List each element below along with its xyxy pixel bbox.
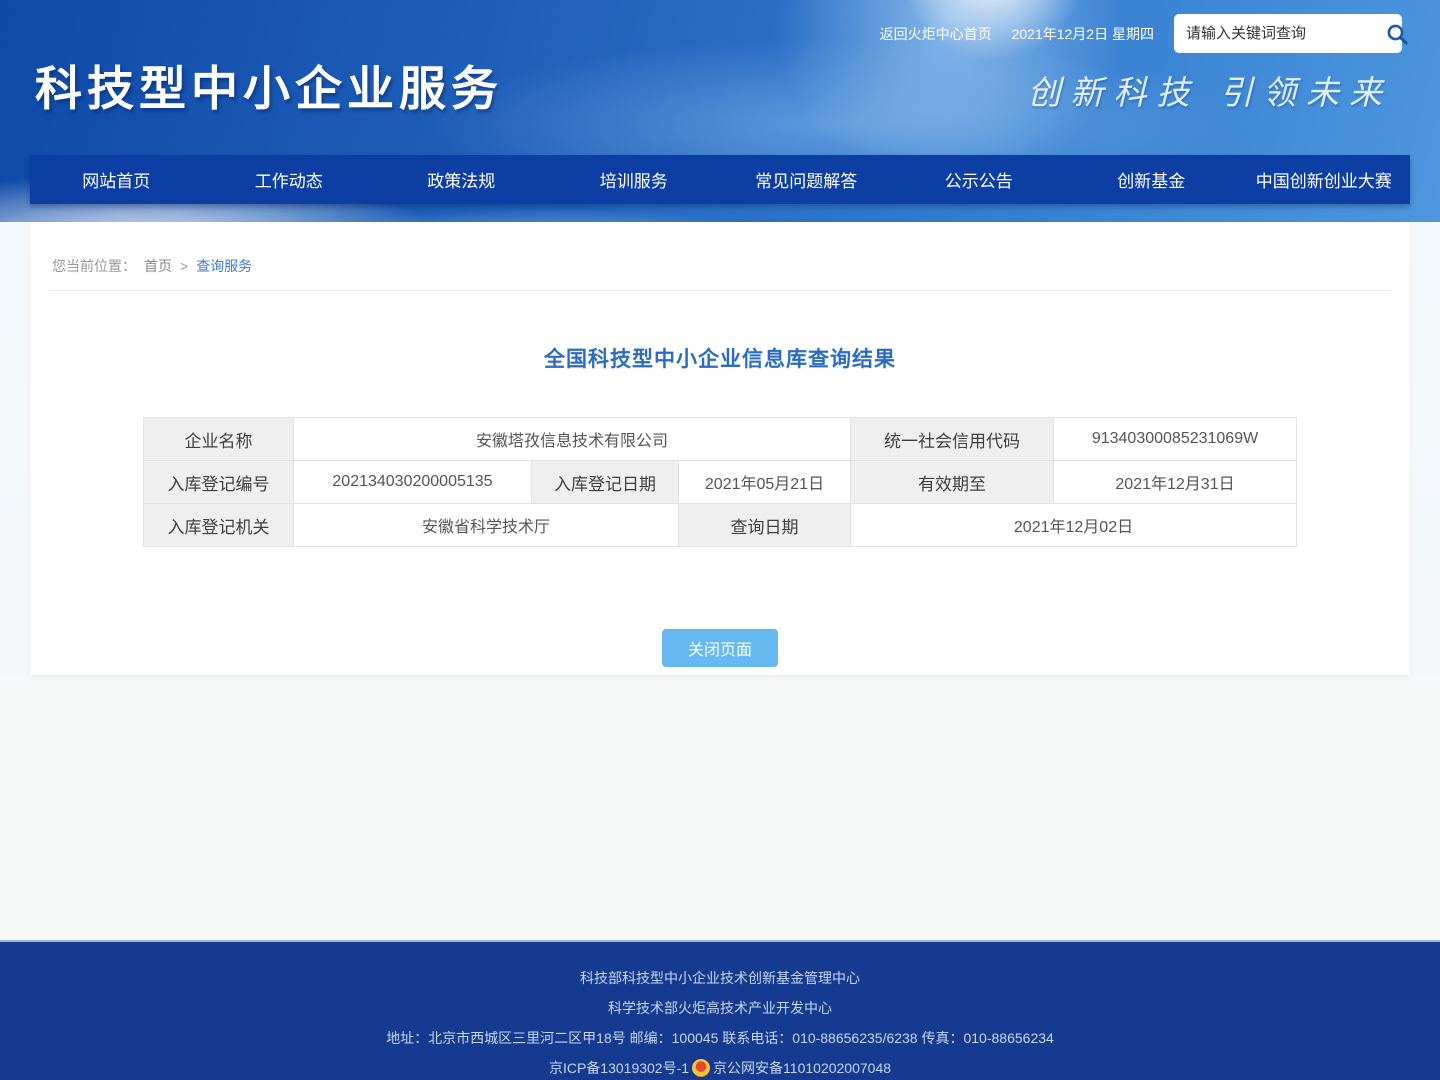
torch-home-link[interactable]: 返回火炬中心首页 [880, 24, 992, 44]
field-value-valid-until: 2021年12月31日 [1054, 461, 1297, 504]
footer-record-line: 京ICP备13019302号-1 京公网安备11010202007048 [0, 1058, 1440, 1078]
page-title: 全国科技型中小企业信息库查询结果 [30, 343, 1410, 373]
site-logo[interactable]: 科技型中小企业服务 [35, 50, 503, 119]
nav-item-home[interactable]: 网站首页 [30, 155, 203, 204]
search-box [1174, 14, 1402, 53]
search-icon [1385, 22, 1409, 46]
table-row: 入库登记编号 202134030200005135 入库登记日期 2021年05… [143, 461, 1296, 504]
field-label-credit-code: 统一社会信用代码 [851, 418, 1054, 461]
site-slogan: 创新科技 引领未来 [1028, 66, 1393, 114]
current-date: 2021年12月2日 星期四 [1012, 24, 1154, 44]
field-label-query-date: 查询日期 [678, 504, 850, 547]
header-top-bar: 返回火炬中心首页 2021年12月2日 星期四 [880, 14, 1402, 53]
site-header: 返回火炬中心首页 2021年12月2日 星期四 科技型中小企业服务 创新科技 引… [0, 0, 1440, 222]
nav-item-news[interactable]: 工作动态 [203, 155, 376, 204]
breadcrumb-divider [50, 290, 1390, 291]
nav-item-competition[interactable]: 中国创新创业大赛 [1238, 155, 1411, 204]
field-label-registration-date: 入库登记日期 [531, 461, 678, 504]
field-value-registration-number: 202134030200005135 [293, 461, 531, 504]
close-page-button[interactable]: 关闭页面 [662, 629, 778, 667]
site-footer: 科技部科技型中小企业技术创新基金管理中心 科学技术部火炬高技术产业开发中心 地址… [0, 940, 1440, 1080]
public-security-badge-icon [692, 1059, 710, 1077]
breadcrumb-prefix: 您当前位置： [52, 256, 136, 276]
lower-spacer [0, 675, 1440, 940]
field-label-valid-until: 有效期至 [851, 461, 1054, 504]
gongan-record-link[interactable]: 京公网安备11010202007048 [713, 1058, 891, 1078]
field-value-company-name: 安徽塔孜信息技术有限公司 [293, 418, 850, 461]
breadcrumb: 您当前位置： 首页 > 查询服务 [30, 222, 1410, 276]
field-label-company-name: 企业名称 [143, 418, 293, 461]
table-row: 企业名称 安徽塔孜信息技术有限公司 统一社会信用代码 9134030008523… [143, 418, 1296, 461]
field-value-query-date: 2021年12月02日 [851, 504, 1297, 547]
nav-item-policy[interactable]: 政策法规 [375, 155, 548, 204]
footer-org-line-1: 科技部科技型中小企业技术创新基金管理中心 [0, 968, 1440, 988]
search-input[interactable] [1186, 25, 1385, 42]
field-value-credit-code: 91340300085231069W [1054, 418, 1297, 461]
search-button[interactable] [1385, 19, 1409, 49]
footer-address-line: 地址：北京市西城区三里河二区甲18号 邮编：100045 联系电话：010-88… [0, 1028, 1440, 1048]
icp-record-link[interactable]: 京ICP备13019302号-1 [549, 1058, 689, 1078]
nav-item-fund[interactable]: 创新基金 [1065, 155, 1238, 204]
content-card: 您当前位置： 首页 > 查询服务 全国科技型中小企业信息库查询结果 企业名称 安… [30, 222, 1410, 675]
table-row: 入库登记机关 安徽省科学技术厅 查询日期 2021年12月02日 [143, 504, 1296, 547]
breadcrumb-current-link[interactable]: 查询服务 [196, 256, 252, 276]
breadcrumb-separator: > [180, 258, 188, 274]
field-value-registration-date: 2021年05月21日 [678, 461, 850, 504]
breadcrumb-home-link[interactable]: 首页 [144, 256, 172, 276]
field-label-registration-number: 入库登记编号 [143, 461, 293, 504]
nav-item-announcement[interactable]: 公示公告 [893, 155, 1066, 204]
page-background: 您当前位置： 首页 > 查询服务 全国科技型中小企业信息库查询结果 企业名称 安… [0, 222, 1440, 940]
nav-item-faq[interactable]: 常见问题解答 [720, 155, 893, 204]
field-label-registration-authority: 入库登记机关 [143, 504, 293, 547]
main-nav: 网站首页 工作动态 政策法规 培训服务 常见问题解答 公示公告 创新基金 中国创… [30, 155, 1410, 204]
nav-item-training[interactable]: 培训服务 [548, 155, 721, 204]
field-value-registration-authority: 安徽省科学技术厅 [293, 504, 678, 547]
query-result-table: 企业名称 安徽塔孜信息技术有限公司 统一社会信用代码 9134030008523… [143, 417, 1297, 547]
footer-org-line-2: 科学技术部火炬高技术产业开发中心 [0, 998, 1440, 1018]
